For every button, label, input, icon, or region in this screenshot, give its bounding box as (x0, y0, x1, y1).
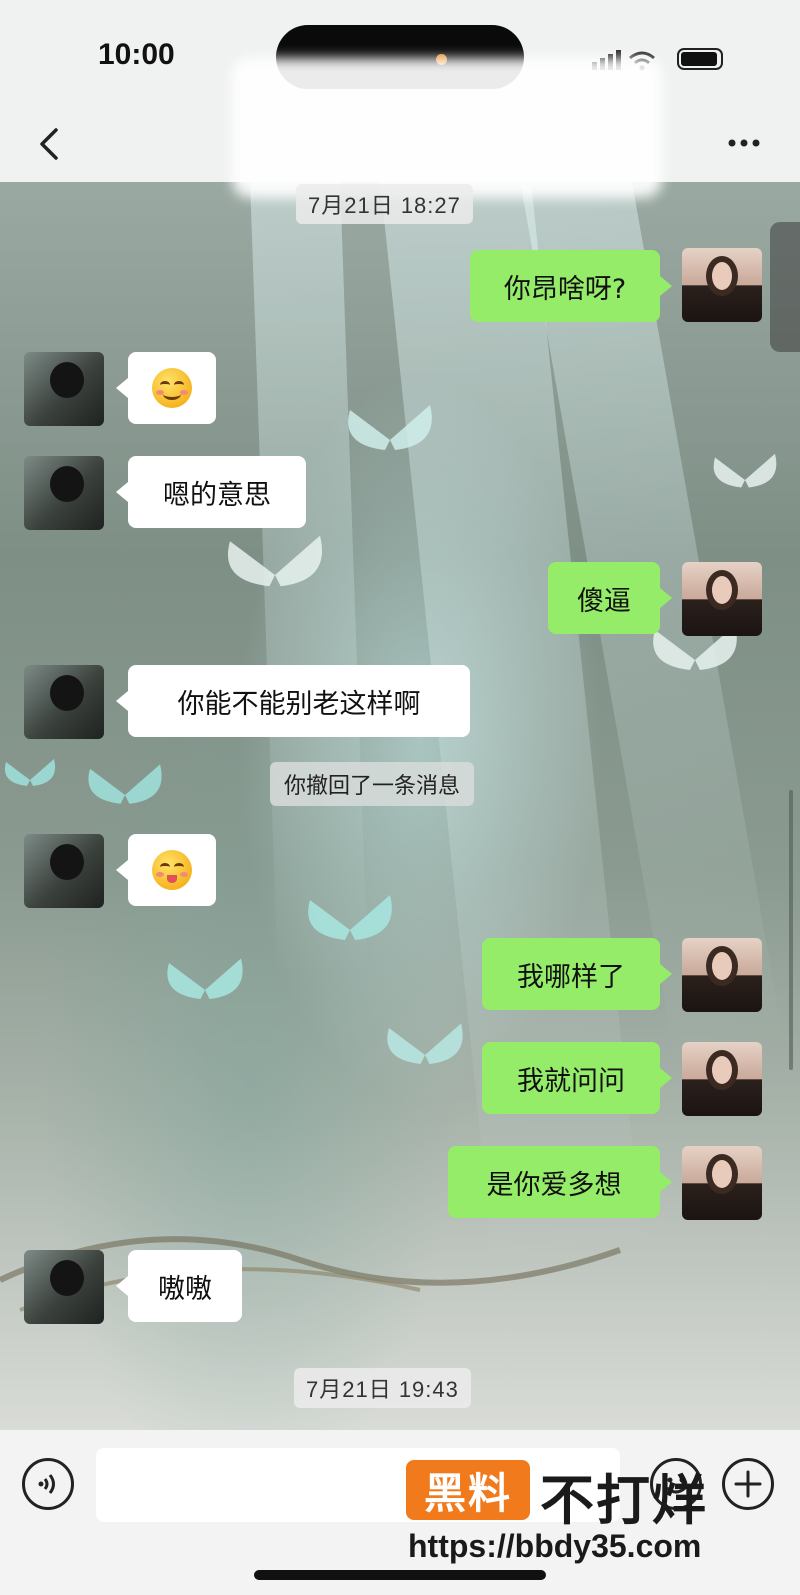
message-bubble-incoming[interactable]: 嗯的意思 (116, 456, 306, 528)
side-drawer-tab[interactable] (770, 222, 800, 352)
butterfly-decoration (227, 535, 323, 587)
battery-level (681, 52, 717, 66)
butterfly-decoration (88, 764, 162, 804)
plus-icon (734, 1470, 762, 1498)
message-bubble-outgoing[interactable]: 是你爱多想 (448, 1146, 672, 1218)
avatar-self[interactable] (682, 1146, 762, 1220)
butterfly-decoration (167, 958, 243, 999)
smiling-face-emoji (152, 368, 192, 408)
avatar-contact[interactable] (24, 834, 104, 908)
recall-notice: 你撤回了一条消息 (270, 762, 475, 806)
message-bubble-incoming[interactable]: 嗷嗷 (116, 1250, 242, 1322)
avatar-self[interactable] (682, 938, 762, 1012)
avatar-self[interactable] (682, 562, 762, 636)
avatar-contact[interactable] (24, 1250, 104, 1324)
plus-button[interactable] (722, 1458, 774, 1510)
scrollbar[interactable] (789, 790, 793, 1070)
voice-icon (38, 1474, 55, 1494)
watermark-slogan: 不打烊 (540, 1469, 708, 1532)
butterfly-decoration (348, 405, 432, 450)
timestamp: 7月21日 19:43 (294, 1368, 471, 1408)
avatar-contact[interactable] (24, 665, 104, 739)
avatar-self[interactable] (682, 248, 762, 322)
message-bubble-incoming[interactable] (116, 834, 216, 906)
ellipsis-icon[interactable] (724, 128, 764, 158)
redacted-chat-title (232, 58, 662, 198)
avatar-contact[interactable] (24, 352, 104, 426)
home-indicator[interactable] (254, 1570, 546, 1580)
tongue-face-emoji (152, 850, 192, 890)
message-bubble-incoming[interactable]: 你能不能别老这样啊 (116, 665, 470, 737)
message-bubble-incoming[interactable] (116, 352, 216, 424)
message-bubble-outgoing[interactable]: 你昂啥呀? (470, 250, 672, 322)
butterfly-decoration (308, 895, 392, 940)
chat-screen: { "status": {"time": "10:00"}, "timestam… (0, 0, 800, 1595)
butterfly-decoration (4, 759, 56, 786)
chevron-left-icon[interactable] (30, 124, 70, 164)
message-bubble-outgoing[interactable]: 傻逼 (548, 562, 672, 634)
avatar-contact[interactable] (24, 456, 104, 530)
status-time: 10:00 (98, 38, 175, 71)
timestamp: 7月21日 18:27 (296, 184, 473, 224)
butterfly-decoration (713, 453, 777, 488)
watermark-brand: 黑料 (406, 1460, 530, 1520)
voice-button[interactable] (22, 1458, 74, 1510)
avatar-self[interactable] (682, 1042, 762, 1116)
branches-decoration (0, 1236, 621, 1312)
watermark-url: https://bbdy35.com (408, 1528, 702, 1564)
message-bubble-outgoing[interactable]: 我就问问 (482, 1042, 672, 1114)
message-bubble-outgoing[interactable]: 我哪样了 (482, 938, 672, 1010)
